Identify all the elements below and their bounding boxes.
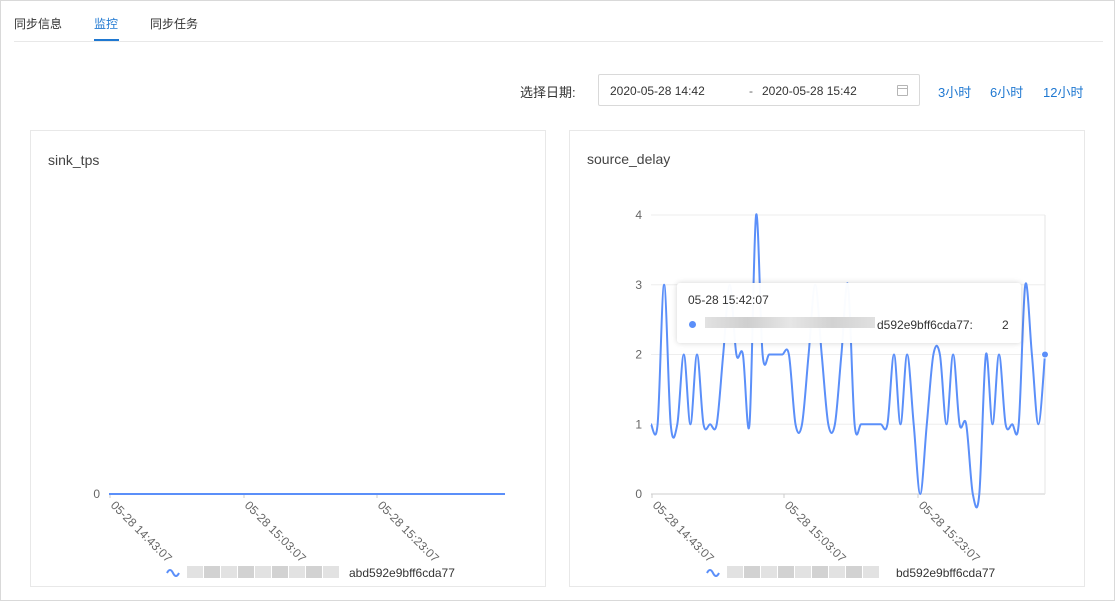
legend-redacted-block: [744, 566, 760, 578]
legend-redacted-block: [221, 566, 237, 578]
legend-redacted-block: [863, 566, 879, 578]
legend-redacted-block: [272, 566, 288, 578]
x-tick-label: 05-28 14:43:07: [650, 498, 717, 565]
tab-bar: 同步信息 监控 同步任务: [14, 0, 1103, 42]
legend-redacted-block: [306, 566, 322, 578]
tab-sync-info[interactable]: 同步信息: [14, 15, 62, 32]
quick-range-12h[interactable]: 12小时: [1043, 82, 1083, 101]
x-tick-label: 05-28 15:23:07: [916, 498, 983, 565]
legend-redacted-block: [238, 566, 254, 578]
legend-redacted-block: [761, 566, 777, 578]
y-tick-label: 1: [635, 417, 642, 431]
y-tick-label: 2: [635, 348, 642, 362]
calendar-icon[interactable]: [897, 85, 908, 96]
tooltip-series-dot: [689, 321, 696, 328]
legend-marker: [706, 569, 720, 577]
legend-series-name: bd592e9bff6cda77: [896, 566, 996, 580]
sink-tps-chart: 0 05-28 14:43:07 05-28 15:03:07 05-28 15:23…: [93, 487, 505, 580]
legend-marker: [166, 569, 180, 577]
legend-redacted-block: [255, 566, 271, 578]
series-line: [650, 213, 1046, 509]
legend-redacted-block: [812, 566, 828, 578]
legend-redacted-block: [204, 566, 220, 578]
date-separator: -: [749, 84, 753, 98]
legend-redacted-block: [829, 566, 845, 578]
tab-monitor[interactable]: 监控: [94, 15, 118, 32]
y-tick-label: 0: [635, 487, 642, 501]
quick-range-6h[interactable]: 6小时: [990, 82, 1023, 101]
legend-redacted-block: [727, 566, 743, 578]
legend-redacted-block: [778, 566, 794, 578]
legend-series-name: abd592e9bff6cda77: [349, 566, 455, 580]
chart-tooltip: 05-28 15:42:07 d592e9bff6cda77: 2: [677, 283, 1021, 343]
y-tick-label: 3: [635, 278, 642, 292]
date-label: 选择日期:: [520, 85, 576, 100]
start-date-input[interactable]: 2020-05-28 14:42: [610, 84, 705, 98]
legend-redacted-block: [289, 566, 305, 578]
legend-redacted-block: [187, 566, 203, 578]
legend-redacted-block: [846, 566, 862, 578]
x-tick-label: 05-28 15:03:07: [242, 498, 309, 565]
source-delay-chart: 0 1 2 3 4 05-28 14:43:07 05-28 15:03:07 05-28 1…: [635, 208, 1049, 580]
legend-redacted-block: [795, 566, 811, 578]
x-tick-label: 05-28 15:03:07: [782, 498, 849, 565]
tooltip-redacted-name: [705, 317, 875, 328]
x-tick-label: 05-28 14:43:07: [108, 498, 175, 565]
x-tick-label: 05-28 15:23:07: [375, 498, 442, 565]
tooltip-value: 2: [1002, 318, 1009, 332]
chart-panel-source-delay: source_delay 0 1 2 3 4 05-28 14:43:07 05-28 15…: [569, 130, 1085, 587]
tab-sync-tasks[interactable]: 同步任务: [150, 15, 198, 32]
date-range-picker[interactable]: 2020-05-28 14:42 - 2020-05-28 15:42: [598, 74, 920, 106]
chart-panel-sink-tps: sink_tps 0 05-28 14:43:07 05-28 15:03:07 05…: [30, 130, 546, 587]
y-tick-label: 0: [93, 487, 100, 501]
active-tab-indicator: [94, 39, 119, 41]
end-date-input[interactable]: 2020-05-28 15:42: [762, 84, 857, 98]
quick-range-3h[interactable]: 3小时: [938, 82, 971, 101]
tooltip-series-name: d592e9bff6cda77:: [877, 318, 973, 332]
y-tick-label: 4: [635, 208, 642, 222]
legend-redacted-block: [323, 566, 339, 578]
hover-point: [1041, 350, 1049, 359]
tooltip-time: 05-28 15:42:07: [688, 293, 769, 307]
